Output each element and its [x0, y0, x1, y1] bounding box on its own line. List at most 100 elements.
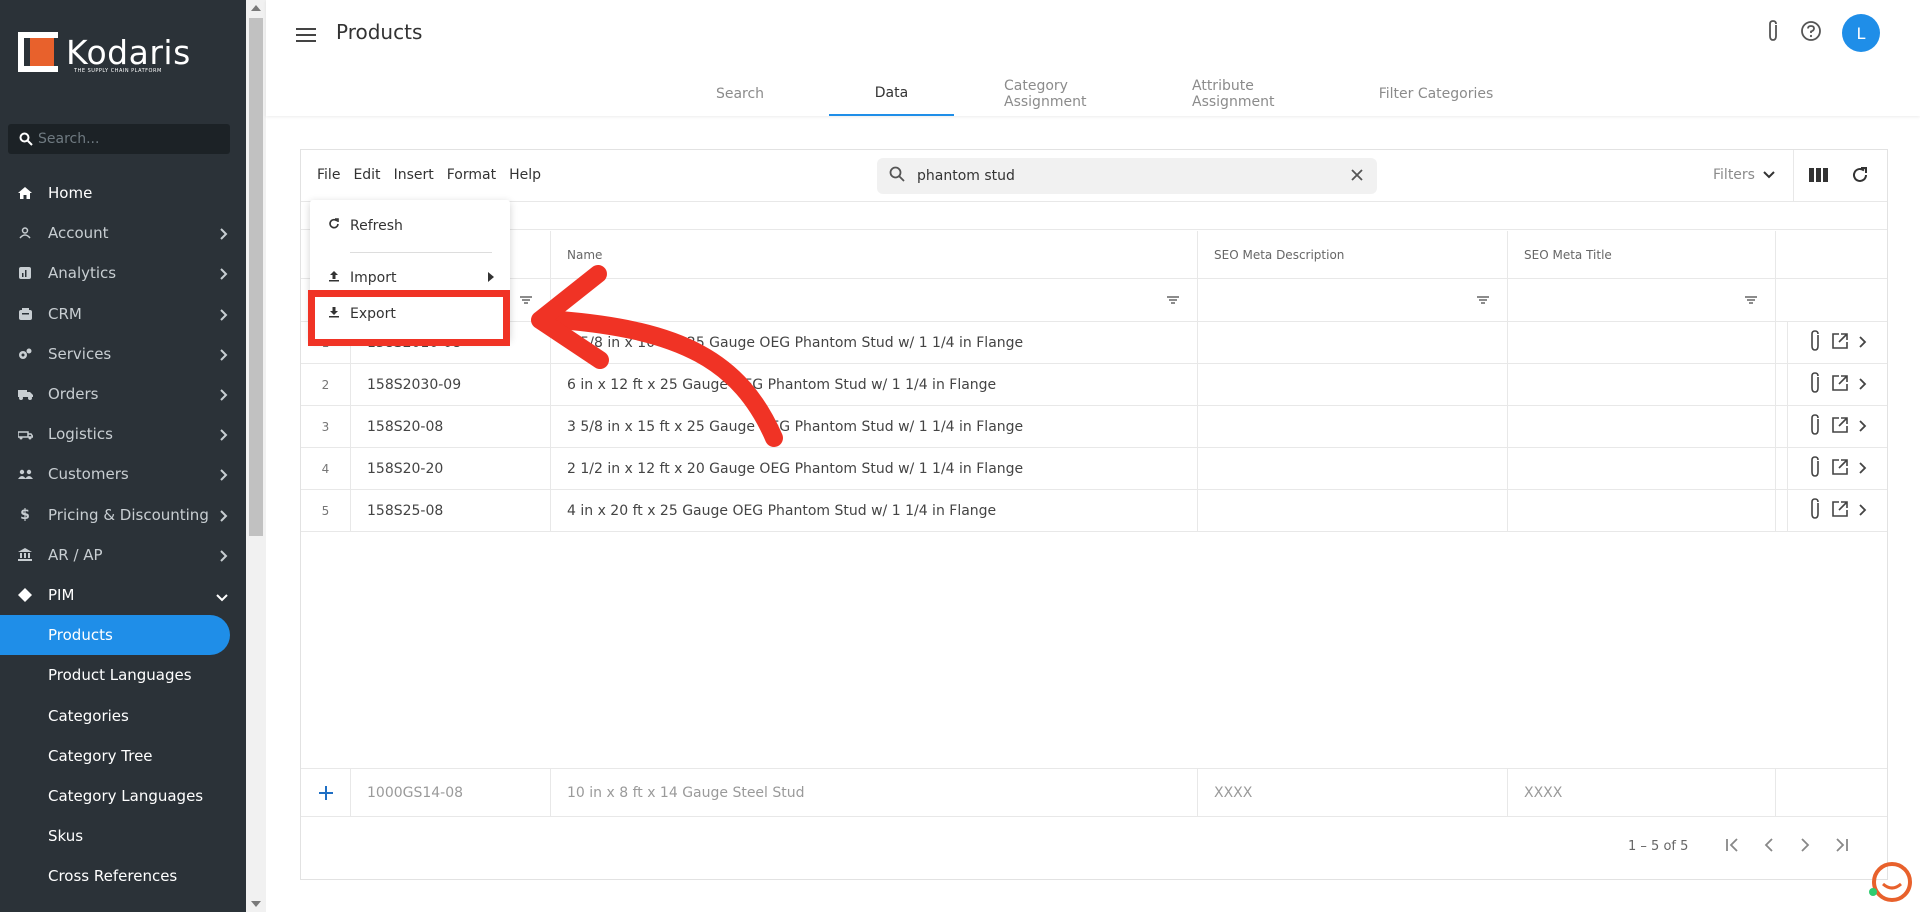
sidebar-search	[8, 124, 230, 154]
paperclip-icon[interactable]	[1809, 413, 1821, 440]
open-external-icon[interactable]	[1831, 374, 1849, 396]
sidebar-item-analytics[interactable]: Analytics	[0, 253, 246, 293]
table-row[interactable]: 2 158S2030-09 6 in x 12 ft x 25 Gauge OE…	[301, 364, 1887, 406]
sidebar-item-orders[interactable]: Orders	[0, 374, 246, 414]
paperclip-icon[interactable]	[1809, 455, 1821, 482]
new-row-sku-placeholder[interactable]: 1000GS14-08	[351, 769, 551, 816]
sidebar-item-logistics[interactable]: Logistics	[0, 414, 246, 454]
prev-page-icon[interactable]	[1761, 837, 1777, 856]
filters-button[interactable]: Filters	[1713, 167, 1775, 183]
chevron-right-icon	[220, 548, 228, 566]
chevron-right-icon	[220, 387, 228, 405]
columns-icon[interactable]	[1809, 167, 1829, 187]
paperclip-icon[interactable]	[1809, 329, 1821, 356]
menu-edit[interactable]: Edit	[353, 167, 380, 183]
data-grid-card: File Edit Insert Format Help phantom stu…	[300, 149, 1888, 880]
last-page-icon[interactable]	[1833, 837, 1849, 856]
sidebar-item-customers[interactable]: Customers	[0, 454, 246, 494]
scroll-down-arrow-icon[interactable]	[251, 901, 261, 907]
refresh-icon	[328, 218, 340, 234]
sidebar-item-label: Account	[48, 224, 109, 243]
chat-widget-icon[interactable]	[1868, 860, 1912, 904]
menu-file[interactable]: File	[317, 167, 340, 183]
chevron-right-icon[interactable]	[1858, 459, 1867, 478]
avatar[interactable]: L	[1842, 14, 1880, 52]
clear-search-icon[interactable]	[1349, 167, 1365, 187]
column-header-name[interactable]: Name	[551, 231, 1198, 278]
row-actions	[1787, 448, 1887, 489]
table-row[interactable]: 3 158S20-08 3 5/8 in x 15 ft x 25 Gauge …	[301, 406, 1887, 448]
menu-insert[interactable]: Insert	[394, 167, 434, 183]
paperclip-icon[interactable]	[1809, 497, 1821, 524]
sidebar-item-label: Category Languages	[48, 786, 204, 805]
menu-help[interactable]: Help	[509, 167, 541, 183]
open-external-icon[interactable]	[1831, 500, 1849, 522]
new-row-name-placeholder[interactable]: 10 in x 8 ft x 14 Gauge Steel Stud	[551, 769, 1198, 816]
sidebar-item-pricing[interactable]: $ Pricing & Discounting	[0, 495, 246, 535]
sidebar-item-label: PIM	[48, 585, 75, 604]
sidebar-item-products[interactable]: Products	[0, 615, 230, 656]
sidebar-item-product-languages[interactable]: Product Languages	[0, 655, 246, 695]
first-page-icon[interactable]	[1725, 837, 1741, 856]
tab-filter-categories[interactable]: Filter Categories	[1378, 72, 1494, 116]
table-row[interactable]: 4 158S20-20 2 1/2 in x 12 ft x 20 Gauge …	[301, 448, 1887, 490]
sidebar-item-crm[interactable]: CRM	[0, 294, 246, 334]
menu-format[interactable]: Format	[447, 167, 496, 183]
menu-item-refresh[interactable]: Refresh	[310, 208, 510, 244]
sidebar-item-category-tree[interactable]: Category Tree	[0, 736, 246, 776]
scrollbar-thumb[interactable]	[249, 18, 263, 536]
chevron-down-icon	[1763, 167, 1775, 183]
sidebar-item-home[interactable]: Home	[0, 173, 246, 213]
new-row-seo-title-placeholder[interactable]: XXXX	[1508, 769, 1776, 816]
help-icon[interactable]	[1800, 20, 1822, 46]
refresh-icon[interactable]	[1851, 166, 1869, 188]
tab-bar: Search Data Category Assignment Attribut…	[266, 72, 1920, 116]
sidebar-item-label: CRM	[48, 304, 82, 323]
paperclip-icon[interactable]	[1766, 19, 1780, 47]
sidebar-item-cross-references[interactable]: Cross References	[0, 856, 246, 896]
next-page-icon[interactable]	[1797, 837, 1813, 856]
submenu-arrow-icon	[488, 270, 494, 286]
chevron-right-icon[interactable]	[1858, 417, 1867, 436]
scroll-up-arrow-icon[interactable]	[251, 5, 261, 11]
open-external-icon[interactable]	[1831, 332, 1849, 354]
sidebar-item-services[interactable]: Services	[0, 334, 246, 374]
chevron-right-icon	[220, 347, 228, 365]
new-row-seo-desc-placeholder[interactable]: XXXX	[1198, 769, 1508, 816]
chevron-right-icon	[220, 307, 228, 325]
filter-seo-description-icon[interactable]	[1198, 279, 1508, 321]
paperclip-icon[interactable]	[1809, 371, 1821, 398]
chevron-right-icon[interactable]	[1858, 375, 1867, 394]
sidebar-item-category-languages[interactable]: Category Languages	[0, 776, 246, 816]
sidebar-item-label: Category Tree	[48, 746, 153, 765]
tab-category-assignment[interactable]: Category Assignment	[1004, 72, 1146, 116]
add-row-icon[interactable]	[301, 769, 351, 816]
sidebar-item-ar-ap[interactable]: AR / AP	[0, 535, 246, 575]
table-row[interactable]: 1 158S2010-08 3 5/8 in x 10 ft x 25 Gaug…	[301, 322, 1887, 364]
tab-attribute-assignment[interactable]: Attribute Assignment	[1192, 72, 1332, 116]
tab-data[interactable]: Data	[829, 72, 954, 116]
sidebar-item-categories[interactable]: Categories	[0, 695, 246, 735]
open-external-icon[interactable]	[1831, 416, 1849, 438]
filter-seo-title-icon[interactable]	[1508, 279, 1776, 321]
hamburger-menu-icon[interactable]	[296, 24, 316, 46]
column-header-seo-meta-title[interactable]: SEO Meta Title	[1508, 231, 1776, 278]
sidebar-item-skus[interactable]: Skus	[0, 816, 246, 856]
tab-search[interactable]: Search	[694, 72, 786, 116]
sidebar-scrollbar[interactable]	[246, 0, 266, 912]
open-external-icon[interactable]	[1831, 458, 1849, 480]
sidebar-item-label: Pricing & Discounting	[48, 505, 209, 524]
kodaris-logo-mark-icon	[16, 30, 60, 74]
chevron-right-icon[interactable]	[1858, 333, 1867, 352]
table-row[interactable]: 5 158S25-08 4 in x 20 ft x 25 Gauge OEG …	[301, 490, 1887, 532]
sidebar-item-account[interactable]: Account	[0, 213, 246, 253]
new-row[interactable]: 1000GS14-08 10 in x 8 ft x 14 Gauge Stee…	[301, 768, 1887, 817]
chevron-right-icon[interactable]	[1858, 501, 1867, 520]
sidebar-item-label: Skus	[48, 827, 84, 846]
filter-name-icon[interactable]	[551, 279, 1198, 321]
grid-search-input[interactable]: phantom stud	[877, 158, 1377, 194]
sidebar-search-input[interactable]	[38, 131, 208, 147]
column-header-seo-meta-description[interactable]: SEO Meta Description	[1198, 231, 1508, 278]
customers-icon	[0, 469, 48, 480]
sidebar-item-pim[interactable]: PIM	[0, 575, 246, 615]
